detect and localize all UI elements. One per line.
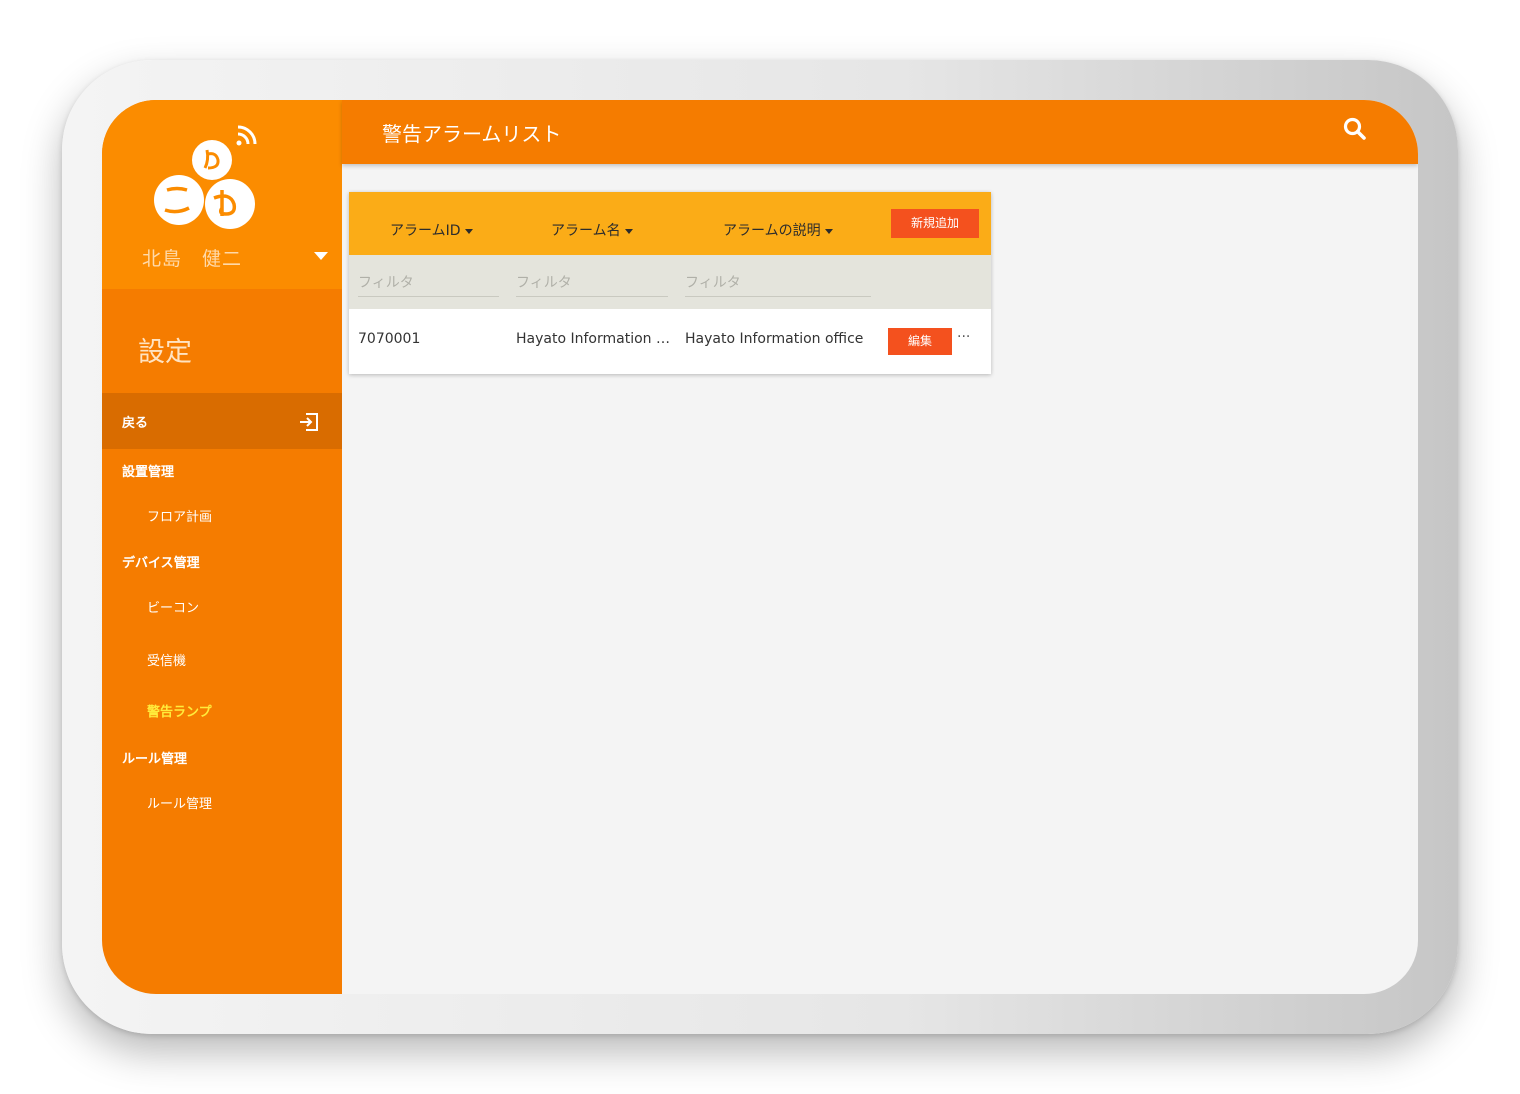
edit-button[interactable]: 編集 <box>888 328 952 355</box>
column-header-label: アラームID <box>390 223 461 239</box>
sort-chevron-down-icon <box>624 228 633 234</box>
nav-group-rules: ルール管理 <box>122 752 188 767</box>
filter-row <box>349 255 991 309</box>
table-row: 7070001 Hayato Information office Hayato… <box>349 309 991 374</box>
page-title: 警告アラームリスト <box>382 122 562 146</box>
sort-chevron-down-icon <box>824 228 833 234</box>
column-header-alarm-id[interactable]: アラームID <box>390 220 473 240</box>
column-header-alarm-description[interactable]: アラームの説明 <box>723 220 833 240</box>
back-button[interactable]: 戻る <box>102 393 342 449</box>
filter-input-alarm-description[interactable] <box>685 269 871 297</box>
column-header-label: アラームの説明 <box>723 223 821 239</box>
user-name: 北島 健二 <box>142 248 243 270</box>
sidebar-item-warning-lamp[interactable]: 警告ランプ <box>147 701 212 720</box>
profile-area: 北島 健二 <box>102 100 342 289</box>
user-menu-chevron-down-icon[interactable] <box>314 252 328 260</box>
nav-group-devices: デバイス管理 <box>122 556 200 571</box>
column-header-alarm-name[interactable]: アラーム名 <box>551 220 633 240</box>
app-logo-icon <box>154 125 257 229</box>
sidebar: 北島 健二 設定 戻る 設置管理 フロア計画 デバイス管理 ビーコン 受信機 警… <box>102 100 342 994</box>
more-options-button[interactable]: ··· <box>957 329 970 345</box>
sidebar-item-floor-plan[interactable]: フロア計画 <box>147 506 212 525</box>
sidebar-item-rule-management[interactable]: ルール管理 <box>147 793 212 812</box>
app-header: 警告アラームリスト <box>342 100 1418 164</box>
sidebar-item-beacon[interactable]: ビーコン <box>147 597 199 616</box>
cell-alarm-name: Hayato Information office <box>516 331 670 347</box>
add-new-button[interactable]: 新規追加 <box>891 209 979 238</box>
table-header: アラームID アラーム名 アラームの説明 新規追加 <box>349 192 991 255</box>
sidebar-item-receiver[interactable]: 受信機 <box>147 650 186 669</box>
settings-title: 設定 <box>138 337 192 368</box>
app-screen: 北島 健二 設定 戻る 設置管理 フロア計画 デバイス管理 ビーコン 受信機 警… <box>102 100 1418 994</box>
exit-icon <box>300 413 318 431</box>
cell-alarm-description: Hayato Information office <box>685 331 864 347</box>
cell-alarm-id: 7070001 <box>358 331 421 347</box>
filter-input-alarm-name[interactable] <box>516 269 668 297</box>
sort-chevron-down-icon <box>464 228 473 234</box>
search-icon[interactable] <box>1342 116 1368 142</box>
alarm-table-card: アラームID アラーム名 アラームの説明 新規追加 7070001 Hayato… <box>349 192 991 374</box>
back-label: 戻る <box>122 416 149 431</box>
filter-input-alarm-id[interactable] <box>358 269 499 297</box>
column-header-label: アラーム名 <box>551 223 621 239</box>
nav-group-installation: 設置管理 <box>122 465 175 480</box>
